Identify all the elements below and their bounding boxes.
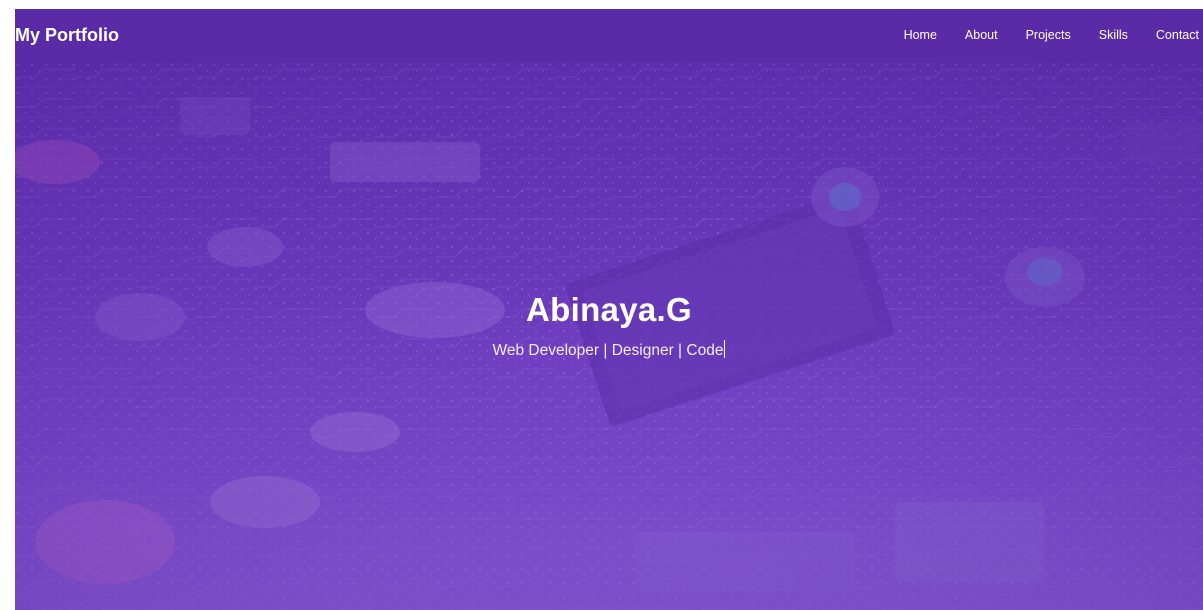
typing-cursor [724,340,726,358]
nav-links: Home About Projects Skills Contact [876,27,1199,43]
nav-link-projects[interactable]: Projects [1026,27,1071,43]
nav-link-home[interactable]: Home [904,27,937,43]
nav-link-skills[interactable]: Skills [1099,27,1128,43]
hero-name: Abinaya.G [526,291,692,328]
hero-tagline-text: Web Developer | Designer | Code [492,342,724,359]
nav-link-about[interactable]: About [965,27,998,43]
top-navbar: My Portfolio Home About Projects Skills … [15,9,1203,62]
portfolio-page: My Portfolio Home About Projects Skills … [15,9,1203,610]
hero-tagline: Web Developer | Designer | Code [15,340,1203,361]
brand-logo[interactable]: My Portfolio [15,25,119,45]
nav-link-contact[interactable]: Contact [1156,27,1199,43]
hero-section: Abinaya.G Web Developer | Designer | Cod… [15,62,1203,610]
hero-content: Abinaya.G Web Developer | Designer | Cod… [15,290,1203,361]
